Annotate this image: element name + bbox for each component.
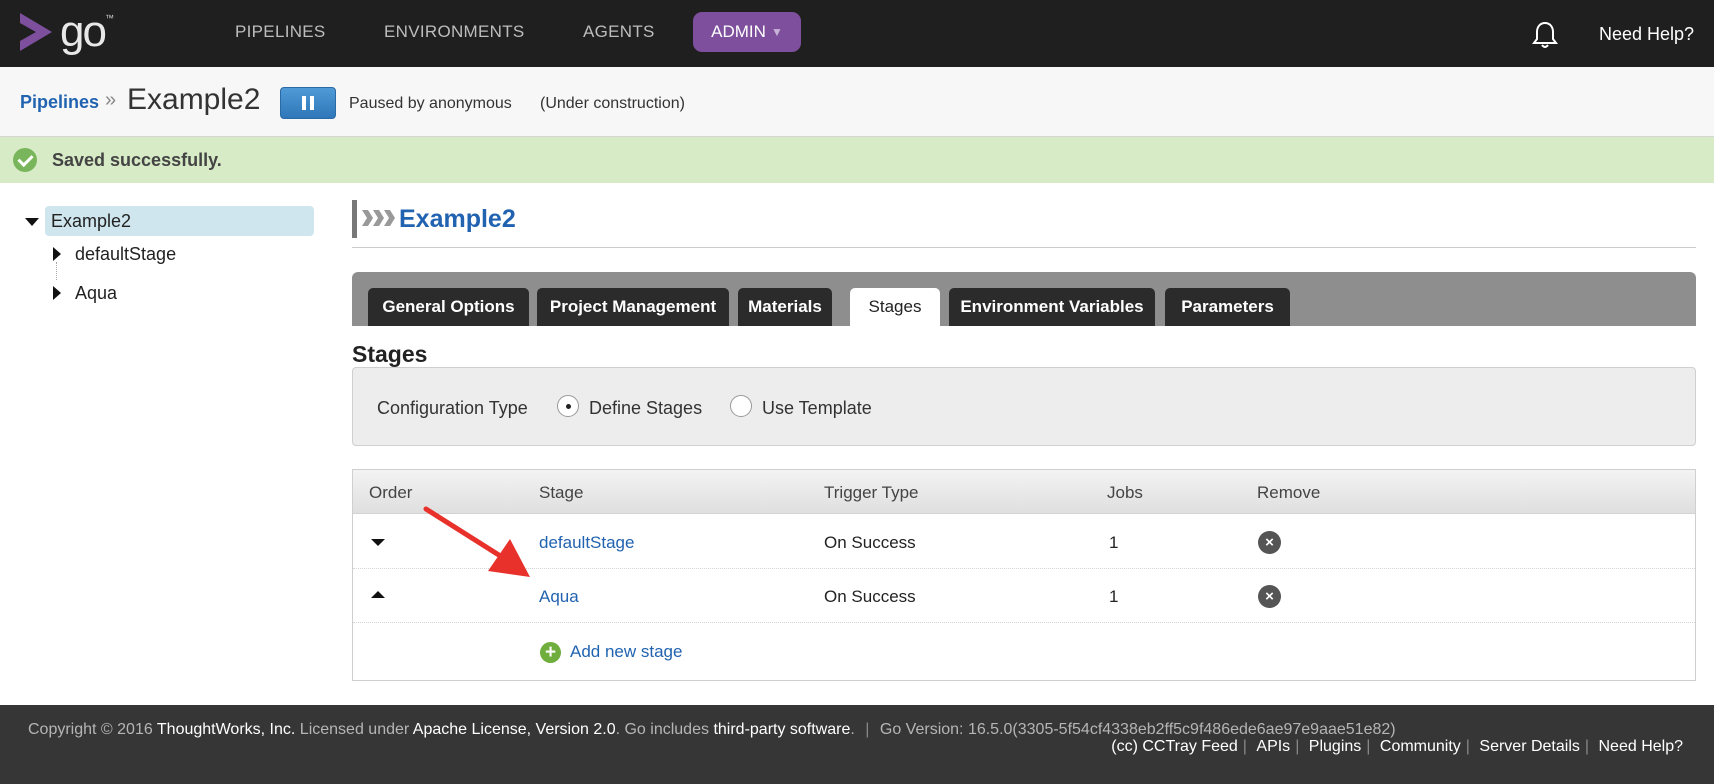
remove-icon[interactable]: × (1258, 585, 1281, 608)
third-party-link[interactable]: third-party software (713, 721, 850, 738)
tab-general-options[interactable]: General Options (368, 288, 529, 326)
tree-item-defaultstage[interactable]: defaultStage (75, 244, 176, 265)
add-circle-icon[interactable]: + (540, 642, 561, 663)
stages-table: Order Stage Trigger Type Jobs Remove def… (352, 469, 1696, 681)
nav-pipelines[interactable]: PIPELINES (235, 22, 326, 42)
configuration-type-label: Configuration Type (377, 398, 528, 418)
pipeline-chevrons-icon (362, 210, 395, 226)
tree-connector (56, 262, 57, 280)
tab-bar: General Options Project Management Mater… (352, 272, 1696, 326)
pause-icon (302, 96, 306, 110)
need-help-link[interactable]: Need Help? (1599, 24, 1694, 45)
success-flash: Saved successfully. (0, 137, 1714, 183)
footer-copyright-line: Copyright © 2016 ThoughtWorks, Inc. Lice… (28, 721, 1396, 739)
apis-link[interactable]: APIs (1256, 738, 1290, 755)
jobs-count: 1 (1109, 533, 1119, 552)
tree-root-pipeline[interactable]: Example2 (45, 206, 314, 236)
bell-icon[interactable] (1531, 20, 1559, 50)
top-nav-bar: go ™ PIPELINES ENVIRONMENTS AGENTS ADMIN… (0, 0, 1714, 67)
logo-text: go (60, 7, 107, 56)
title-accent-bar (352, 200, 357, 238)
breadcrumb-pipelines[interactable]: Pipelines (20, 92, 99, 113)
footer-separator: | (1242, 738, 1247, 755)
nav-admin-label: ADMIN (711, 22, 766, 41)
cctray-feed-link[interactable]: (cc) CCTray Feed (1111, 738, 1238, 755)
remove-icon[interactable]: × (1258, 531, 1281, 554)
header-jobs: Jobs (1107, 483, 1143, 502)
go-logo-icon (20, 13, 52, 51)
define-stages-label[interactable]: Define Stages (589, 398, 702, 419)
plugins-link[interactable]: Plugins (1309, 738, 1361, 755)
annotation-arrow-icon (423, 506, 530, 577)
trigger-type: On Success (824, 587, 916, 606)
footer-separator: | (1584, 738, 1590, 755)
logo-trademark: ™ (104, 13, 114, 23)
footer-links: (cc) CCTray Feed | APIs | Plugins | Communi… (1106, 738, 1688, 756)
expand-triangle-icon[interactable] (53, 247, 61, 261)
add-new-stage-link[interactable]: Add new stage (570, 642, 682, 662)
footer-separator: | (865, 721, 870, 738)
community-link[interactable]: Community (1380, 738, 1461, 755)
go-includes-text: . Go includes (615, 721, 709, 738)
nav-agents[interactable]: AGENTS (583, 22, 655, 42)
go-version-text: Go Version: 16.5.0(3305-5f54cf4338eb2ff5… (879, 721, 1396, 738)
use-template-label[interactable]: Use Template (762, 398, 872, 419)
copyright-text: Copyright © 2016 (28, 721, 153, 738)
stage-link-aqua[interactable]: Aqua (539, 587, 579, 607)
move-down-icon[interactable] (371, 539, 385, 546)
expand-triangle-icon[interactable] (53, 286, 61, 300)
trigger-type: On Success (824, 533, 916, 552)
table-row: defaultStage On Success 1 × (353, 515, 1695, 569)
tree-root-label: Example2 (51, 211, 132, 231)
header-order: Order (369, 483, 413, 502)
period-text: . (850, 721, 855, 738)
collapse-triangle-icon[interactable] (25, 218, 39, 226)
breadcrumb-separator: » (105, 89, 117, 111)
tab-environment-variables[interactable]: Environment Variables (949, 288, 1155, 326)
radio-use-template[interactable] (730, 395, 752, 417)
go-logo[interactable]: go ™ (18, 9, 114, 55)
pipeline-header: Pipelines » Example2 Paused by anonymous… (0, 67, 1714, 137)
pipeline-title: Example2 (399, 205, 516, 233)
nav-admin-dropdown[interactable]: ADMIN ▼ (693, 12, 801, 52)
flash-message: Saved successfully. (52, 150, 222, 170)
pause-button[interactable] (280, 87, 336, 119)
thoughtworks-link[interactable]: ThoughtWorks, Inc. (157, 721, 295, 738)
stage-link-defaultstage[interactable]: defaultStage (539, 533, 634, 553)
tab-project-management[interactable]: Project Management (537, 288, 729, 326)
divider (352, 247, 1696, 248)
jobs-count: 1 (1109, 587, 1119, 606)
configuration-type-box: Configuration Type Define Stages Use Tem… (352, 367, 1696, 446)
nav-environments[interactable]: ENVIRONMENTS (384, 22, 525, 42)
tree-item-aqua[interactable]: Aqua (75, 283, 117, 304)
table-header: Order Stage Trigger Type Jobs Remove (353, 470, 1695, 514)
header-remove: Remove (1257, 483, 1321, 502)
page-title: Example2 (127, 83, 261, 116)
pipeline-status: (Under construction) (540, 95, 685, 112)
chevron-down-icon: ▼ (770, 25, 783, 39)
tab-parameters[interactable]: Parameters (1165, 288, 1290, 326)
tab-materials[interactable]: Materials (738, 288, 832, 326)
tab-stages[interactable]: Stages (850, 288, 940, 326)
apache-license-link[interactable]: Apache License, Version 2.0 (413, 721, 616, 738)
header-trigger-type: Trigger Type (824, 483, 919, 502)
footer: Copyright © 2016 ThoughtWorks, Inc. Lice… (0, 705, 1714, 784)
footer-separator: | (1366, 738, 1371, 755)
table-row: Aqua On Success 1 × (353, 569, 1695, 623)
server-details-link[interactable]: Server Details (1479, 738, 1579, 755)
header-stage: Stage (539, 483, 584, 502)
licensed-text: Licensed under (299, 721, 410, 738)
section-title: Stages (352, 341, 428, 367)
footer-separator: | (1465, 738, 1470, 755)
move-up-icon[interactable] (371, 591, 385, 598)
footer-need-help-link[interactable]: Need Help? (1599, 738, 1684, 755)
check-circle-icon (13, 148, 37, 172)
pause-icon-bar (310, 96, 314, 110)
radio-define-stages[interactable] (557, 395, 579, 417)
paused-by-text: Paused by anonymous (349, 95, 512, 112)
footer-separator: | (1295, 738, 1300, 755)
